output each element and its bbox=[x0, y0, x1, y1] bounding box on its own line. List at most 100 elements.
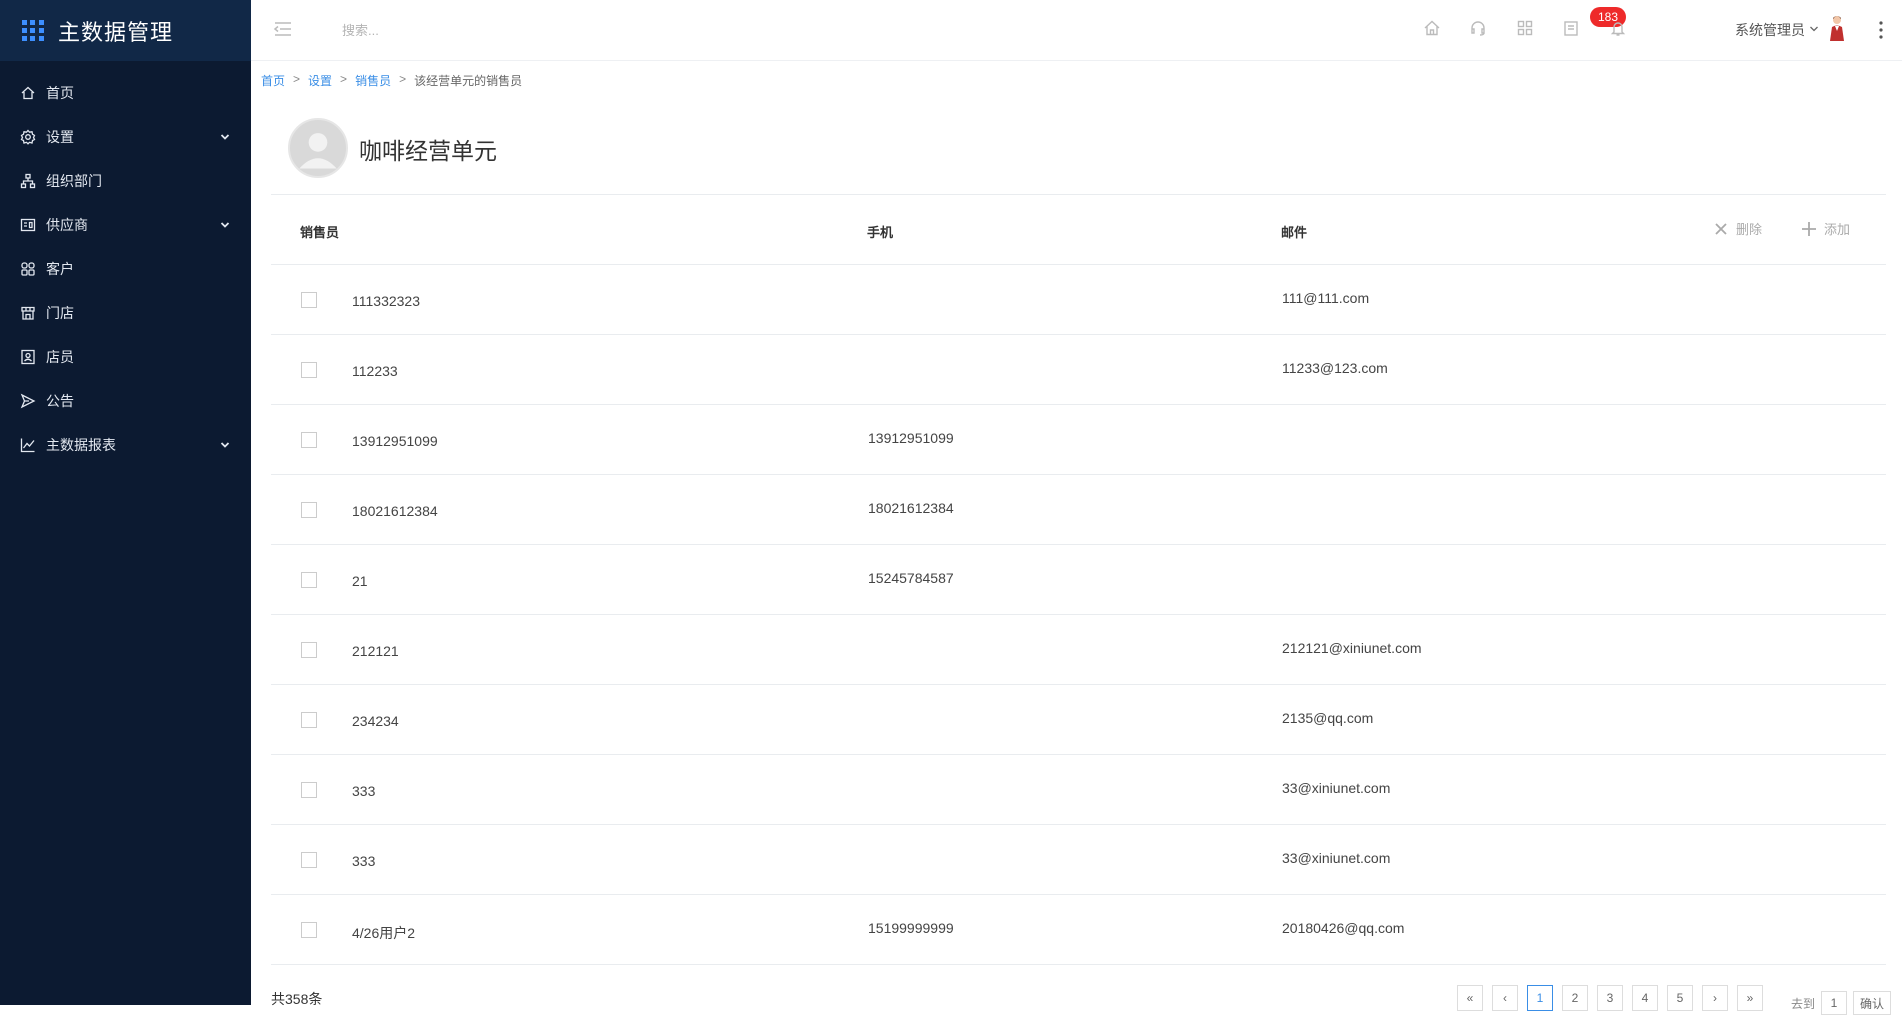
clerk-icon bbox=[20, 349, 36, 365]
cell-email: 11233@123.com bbox=[1282, 360, 1388, 376]
message-icon[interactable] bbox=[1561, 18, 1581, 38]
row-checkbox[interactable] bbox=[301, 782, 317, 798]
search-input[interactable] bbox=[342, 19, 602, 41]
table-row[interactable]: 4/26用户2 15199999999 20180426@qq.com bbox=[271, 895, 1886, 965]
table-row[interactable]: 13912951099 13912951099 bbox=[271, 405, 1886, 475]
cell-name: 333 bbox=[352, 783, 376, 799]
page-button[interactable]: 1 bbox=[1527, 985, 1553, 1011]
home-icon[interactable] bbox=[1422, 18, 1442, 38]
breadcrumb-settings[interactable]: 设置 bbox=[308, 72, 332, 89]
table-row[interactable]: 234234 2135@qq.com bbox=[271, 685, 1886, 755]
next-page-button[interactable]: › bbox=[1702, 985, 1728, 1011]
breadcrumb-sales[interactable]: 销售员 bbox=[355, 72, 391, 89]
sidebar-item-customers[interactable]: 客户 bbox=[0, 247, 251, 291]
sidebar-item-label: 店员 bbox=[46, 349, 74, 365]
sidebar-item-departments[interactable]: 组织部门 bbox=[0, 159, 251, 203]
page-button[interactable]: 3 bbox=[1597, 985, 1623, 1011]
cell-name: 18021612384 bbox=[352, 503, 438, 519]
sales-table: 销售员 手机 邮件 删除 添加 111332323 111@111.com 11… bbox=[271, 195, 1886, 965]
sidebar-item-reports[interactable]: 主数据报表 bbox=[0, 423, 251, 467]
sidebar-item-suppliers[interactable]: 供应商 bbox=[0, 203, 251, 247]
cell-name: 333 bbox=[352, 853, 376, 869]
total-count: 共358条 bbox=[271, 991, 323, 1007]
app-title: 主数据管理 bbox=[58, 19, 174, 45]
customer-icon bbox=[20, 261, 36, 277]
breadcrumb-separator: > bbox=[293, 72, 301, 86]
headset-icon[interactable] bbox=[1468, 18, 1488, 38]
cell-phone: 15245784587 bbox=[868, 570, 954, 586]
sidebar-item-clerks[interactable]: 店员 bbox=[0, 335, 251, 379]
supplier-icon bbox=[20, 217, 36, 233]
table-row[interactable]: 18021612384 18021612384 bbox=[271, 475, 1886, 545]
user-name[interactable]: 系统管理员 bbox=[1735, 20, 1805, 40]
sidebar-item-label: 公告 bbox=[46, 393, 74, 409]
delete-label: 删除 bbox=[1736, 222, 1763, 237]
row-checkbox[interactable] bbox=[301, 712, 317, 728]
sidebar-item-label: 组织部门 bbox=[46, 173, 102, 189]
chevron-down-icon bbox=[220, 222, 230, 228]
table-row[interactable]: 212121 212121@xiniunet.com bbox=[271, 615, 1886, 685]
goto-page-input[interactable] bbox=[1821, 991, 1848, 1015]
delete-button[interactable]: 删除 bbox=[1714, 219, 1762, 238]
cell-email: 2135@qq.com bbox=[1282, 710, 1374, 726]
sidebar-item-label: 门店 bbox=[46, 305, 74, 321]
chevron-down-icon bbox=[220, 134, 230, 140]
row-checkbox[interactable] bbox=[301, 922, 317, 938]
cell-name: 21 bbox=[352, 573, 368, 589]
page-button[interactable]: 4 bbox=[1632, 985, 1658, 1011]
last-page-button[interactable]: » bbox=[1737, 985, 1763, 1011]
table-row[interactable]: 111332323 111@111.com bbox=[271, 265, 1886, 335]
close-icon bbox=[1715, 222, 1727, 235]
row-checkbox[interactable] bbox=[301, 502, 317, 518]
cell-email: 212121@xiniunet.com bbox=[1282, 640, 1422, 656]
confirm-button[interactable]: 确认 bbox=[1853, 991, 1892, 1015]
prev-page-button[interactable]: ‹ bbox=[1492, 985, 1518, 1011]
menu-toggle-icon[interactable] bbox=[273, 20, 293, 38]
sidebar-item-announcements[interactable]: 公告 bbox=[0, 379, 251, 423]
sidebar-item-home[interactable]: 首页 bbox=[0, 71, 251, 115]
topbar: 183 系统管理员 bbox=[251, 0, 1902, 61]
more-vertical-icon[interactable] bbox=[1878, 19, 1884, 41]
cell-email: 33@xiniunet.com bbox=[1282, 780, 1391, 796]
bell-icon[interactable] bbox=[1608, 18, 1628, 38]
chart-line-icon bbox=[20, 437, 36, 453]
cell-name: 4/26用户2 bbox=[352, 925, 416, 941]
sidebar-item-settings[interactable]: 设置 bbox=[0, 115, 251, 159]
apps-grid-icon[interactable] bbox=[1515, 18, 1535, 38]
row-checkbox[interactable] bbox=[301, 572, 317, 588]
add-button[interactable]: 添加 bbox=[1802, 219, 1850, 238]
cell-email: 33@xiniunet.com bbox=[1282, 850, 1391, 866]
cell-email: 20180426@qq.com bbox=[1282, 920, 1405, 936]
sidebar: 主数据管理 首页 设置 组织部门 供应商 客户 门店 店员 公告 主数据报表 bbox=[0, 0, 251, 1005]
page-button[interactable]: 5 bbox=[1667, 985, 1693, 1011]
row-checkbox[interactable] bbox=[301, 362, 317, 378]
row-checkbox[interactable] bbox=[301, 432, 317, 448]
row-checkbox[interactable] bbox=[301, 292, 317, 308]
cell-name: 234234 bbox=[352, 713, 399, 729]
row-checkbox[interactable] bbox=[301, 852, 317, 868]
first-page-button[interactable]: « bbox=[1457, 985, 1483, 1011]
table-row[interactable]: 21 15245784587 bbox=[271, 545, 1886, 615]
main-content: 首页 > 设置 > 销售员 > 该经营单元的销售员 咖啡经营单元 销售员 手机 … bbox=[251, 61, 1902, 1015]
pagination: « ‹ 1 2 3 4 5 › » bbox=[1457, 985, 1763, 1011]
sidebar-menu: 首页 设置 组织部门 供应商 客户 门店 店员 公告 主数据报表 bbox=[0, 71, 251, 467]
org-chart-icon bbox=[20, 173, 36, 189]
table-row[interactable]: 333 33@xiniunet.com bbox=[271, 825, 1886, 895]
page-title: 咖啡经营单元 bbox=[359, 138, 497, 164]
user-avatar[interactable] bbox=[1828, 14, 1846, 42]
page-button[interactable]: 2 bbox=[1562, 985, 1588, 1011]
sidebar-item-label: 首页 bbox=[46, 85, 74, 101]
column-header-email: 邮件 bbox=[1281, 225, 1308, 240]
breadcrumb-home[interactable]: 首页 bbox=[261, 72, 285, 89]
app-grid-icon[interactable] bbox=[22, 19, 44, 42]
sidebar-item-stores[interactable]: 门店 bbox=[0, 291, 251, 335]
row-checkbox[interactable] bbox=[301, 642, 317, 658]
table-row[interactable]: 333 33@xiniunet.com bbox=[271, 755, 1886, 825]
chevron-down-icon[interactable] bbox=[1809, 24, 1819, 34]
cell-name: 112233 bbox=[352, 363, 398, 379]
column-header-phone: 手机 bbox=[867, 225, 894, 240]
table-header: 销售员 手机 邮件 删除 添加 bbox=[271, 195, 1886, 265]
breadcrumb-separator: > bbox=[399, 72, 407, 86]
breadcrumb: 首页 > 设置 > 销售员 > 该经营单元的销售员 bbox=[261, 72, 522, 89]
table-row[interactable]: 112233 11233@123.com bbox=[271, 335, 1886, 405]
